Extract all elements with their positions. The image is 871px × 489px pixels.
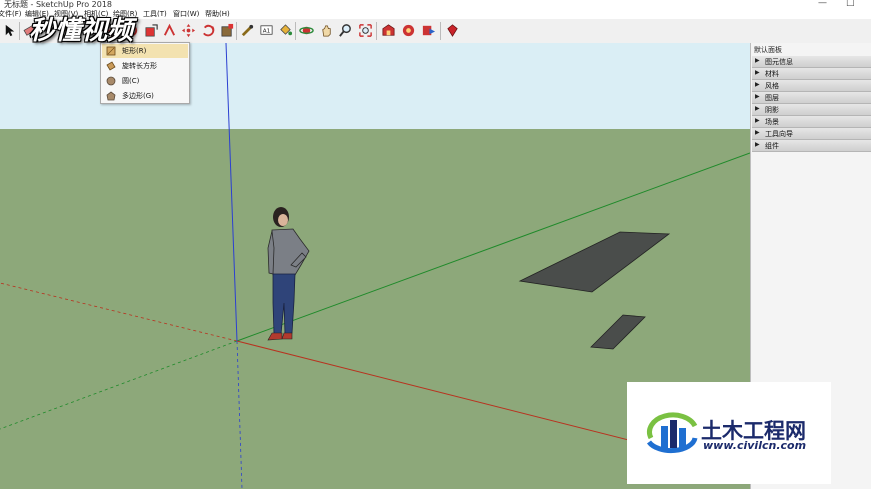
toolbar-separator xyxy=(440,22,441,40)
expand-arrow-icon: ▶ xyxy=(755,141,760,148)
tray-section-instructor[interactable]: ▶ 工具向导 xyxy=(752,128,871,140)
move-tool-icon[interactable] xyxy=(180,22,197,39)
toolbar-separator xyxy=(19,22,20,40)
text-tool-icon[interactable]: A1 xyxy=(258,22,275,39)
expand-arrow-icon: ▶ xyxy=(755,117,760,124)
follow-me-tool-icon[interactable] xyxy=(161,22,178,39)
tray-section-styles[interactable]: ▶ 风格 xyxy=(752,80,871,92)
circle-icon xyxy=(106,76,116,86)
expand-arrow-icon: ▶ xyxy=(755,57,760,64)
select-tool-icon[interactable] xyxy=(1,22,18,39)
tray-section-components[interactable]: ▶ 组件 xyxy=(752,140,871,152)
polygon-icon xyxy=(106,91,116,101)
toolbar-separator xyxy=(295,22,296,40)
menu-item-label: 圆(C) xyxy=(122,77,140,85)
menu-item-label: 多边形(G) xyxy=(122,92,154,100)
tray-section-entity-info[interactable]: ▶ 图元信息 xyxy=(752,56,871,68)
extension-warehouse-icon[interactable] xyxy=(400,22,417,39)
menu-help[interactable]: 帮助(H) xyxy=(205,9,230,19)
paint-bucket-icon[interactable] xyxy=(277,22,294,39)
tray-section-label: 组件 xyxy=(765,142,779,150)
tray-title: 默认面板 xyxy=(754,46,782,54)
tray-section-materials[interactable]: ▶ 材料 xyxy=(752,68,871,80)
expand-arrow-icon: ▶ xyxy=(755,93,760,100)
tray-section-label: 风格 xyxy=(765,82,779,90)
menu-window[interactable]: 窗口(W) xyxy=(173,9,199,19)
tray-section-label: 阴影 xyxy=(765,106,779,114)
rotate-tool-icon[interactable] xyxy=(200,22,217,39)
site-watermark: 土木工程网 www.civilcn.com xyxy=(627,382,831,484)
expand-arrow-icon: ▶ xyxy=(755,81,760,88)
expand-arrow-icon: ▶ xyxy=(755,105,760,112)
tray-section-layers[interactable]: ▶ 图层 xyxy=(752,92,871,104)
minimize-icon[interactable]: — xyxy=(818,0,827,8)
menu-file[interactable]: 文件(F) xyxy=(0,9,22,19)
expand-arrow-icon: ▶ xyxy=(755,69,760,76)
scale-tool-icon[interactable] xyxy=(219,22,236,39)
menu-item-label: 旋转长方形 xyxy=(122,62,157,70)
rotated-rectangle-icon xyxy=(106,61,116,71)
share-model-icon[interactable] xyxy=(420,22,437,39)
site-url: www.civilcn.com xyxy=(703,439,807,452)
tray-section-label: 图元信息 xyxy=(765,58,793,66)
tray-section-label: 工具向导 xyxy=(765,130,793,138)
menu-item-polygon[interactable]: 多边形(G) xyxy=(102,89,188,103)
site-logo-icon xyxy=(646,412,698,454)
tray-section-shadows[interactable]: ▶ 阴影 xyxy=(752,104,871,116)
zoom-extents-icon[interactable] xyxy=(357,22,374,39)
tray-section-scenes[interactable]: ▶ 场景 xyxy=(752,116,871,128)
menu-item-rotated-rectangle[interactable]: 旋转长方形 xyxy=(102,59,188,73)
shapes-dropdown-menu: 矩形(R) 旋转长方形 圆(C) 多边形(G) xyxy=(100,42,190,104)
menu-item-circle[interactable]: 圆(C) xyxy=(102,74,188,88)
title-bar: 无标题 - SketchUp Pro 2018 — □ xyxy=(0,0,871,9)
pan-tool-icon[interactable] xyxy=(318,22,335,39)
3d-warehouse-icon[interactable] xyxy=(380,22,397,39)
expand-arrow-icon: ▶ xyxy=(755,129,760,136)
toolbar-separator xyxy=(376,22,377,40)
zoom-tool-icon[interactable] xyxy=(337,22,354,39)
tape-measure-icon[interactable] xyxy=(239,22,256,39)
maximize-icon[interactable]: □ xyxy=(846,0,855,8)
tray-section-label: 图层 xyxy=(765,94,779,102)
text-tool-label: A1 xyxy=(263,28,271,34)
toolbar-separator xyxy=(236,22,237,40)
orbit-tool-icon[interactable] xyxy=(298,22,315,39)
ruby-console-icon[interactable] xyxy=(444,22,461,39)
video-watermark: 秒懂视频 xyxy=(29,10,159,48)
tray-section-label: 材料 xyxy=(765,70,779,78)
tray-section-label: 场景 xyxy=(765,118,779,126)
video-watermark-text: 秒懂视频 xyxy=(29,16,134,46)
